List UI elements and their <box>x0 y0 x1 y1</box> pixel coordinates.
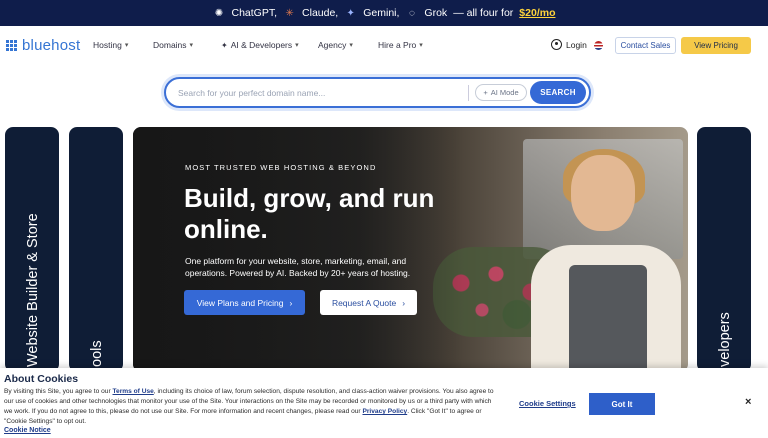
terms-of-use-link[interactable]: Terms of Use <box>113 388 154 395</box>
promo-item-gemini: Gemini, <box>363 7 400 19</box>
bluehost-logo[interactable]: bluehost <box>6 37 80 54</box>
hero-banner: MOST TRUSTED WEB HOSTING & BEYOND Build,… <box>133 127 688 372</box>
chevron-down-icon: ▾ <box>349 42 353 49</box>
nav-ai-developers-label: AI & Developers <box>230 40 293 50</box>
domain-search-bar: + AI Mode SEARCH <box>164 77 591 108</box>
main-nav: bluehost Hosting ▾ Domains ▾ ✦ AI & Develop… <box>0 26 768 64</box>
card-label-developers: velopers <box>717 312 733 367</box>
domain-search-input[interactable] <box>178 86 458 100</box>
hero-subtext: One platform for your website, store, ma… <box>185 256 411 278</box>
search-divider <box>468 85 469 101</box>
nav-agency-label: Agency <box>318 40 347 50</box>
us-flag-icon[interactable] <box>594 41 603 50</box>
chevron-down-icon: ▾ <box>124 42 129 49</box>
nav-hosting-label: Hosting <box>93 40 122 50</box>
nav-agency[interactable]: Agency ▾ <box>318 40 353 50</box>
promo-item-grok: Grok <box>424 7 448 19</box>
request-quote-label: Request A Quote <box>331 297 397 308</box>
login-label: Login <box>566 39 587 50</box>
card-label-tools: ools <box>89 340 105 367</box>
cookie-text-part1: By visiting this Site, you agree to our <box>4 388 113 395</box>
nav-hosting[interactable]: Hosting ▾ <box>93 40 128 50</box>
view-plans-label: View Plans and Pricing <box>196 297 284 308</box>
logo-text: bluehost <box>22 37 81 54</box>
promo-item-chatgpt: ChatGPT, <box>231 7 278 19</box>
cookie-banner: About Cookies By visiting this Site, you… <box>0 368 768 438</box>
privacy-policy-link[interactable]: Privacy Policy <box>362 408 407 415</box>
cookie-title: About Cookies <box>4 373 79 385</box>
chevron-down-icon: ▾ <box>189 42 194 49</box>
close-icon[interactable]: × <box>745 396 751 408</box>
nav-hire-a-pro-label: Hire a Pro <box>378 40 417 50</box>
chatgpt-icon: ✺ <box>214 7 224 19</box>
login-link[interactable]: Login <box>551 39 587 50</box>
card-label-website-builder: Website Builder & Store <box>25 213 41 367</box>
chevron-down-icon: ▾ <box>419 42 423 49</box>
search-button[interactable]: SEARCH <box>530 81 586 104</box>
hero-headline: Build, grow, and run online. <box>184 183 435 244</box>
carousel-card-website-builder[interactable]: Website Builder & Store <box>5 127 59 372</box>
plus-icon: + <box>483 88 488 97</box>
cookie-text: By visiting this Site, you agree to our … <box>4 387 494 427</box>
nav-hire-a-pro[interactable]: Hire a Pro ▾ <box>378 40 423 50</box>
promo-item-claude: Claude, <box>302 7 339 19</box>
nav-domains[interactable]: Domains ▾ <box>153 40 193 50</box>
hero-person-image <box>531 149 681 372</box>
user-icon <box>551 39 562 50</box>
chevron-down-icon: ▾ <box>295 42 299 49</box>
cookie-notice-link[interactable]: Cookie Notice <box>4 427 51 434</box>
chevron-right-icon: › <box>289 297 293 308</box>
ai-mode-label: AI Mode <box>490 88 519 97</box>
request-quote-button[interactable]: Request A Quote › <box>320 290 417 315</box>
nav-domains-label: Domains <box>153 40 187 50</box>
chevron-right-icon: › <box>402 297 406 308</box>
carousel-card-developers[interactable]: velopers <box>697 127 751 372</box>
cookie-settings-link[interactable]: Cookie Settings <box>519 399 576 408</box>
logo-grid-icon <box>6 39 18 52</box>
promo-bar[interactable]: ✺ ChatGPT, ✳ Claude, ✦ Gemini, ◌ Grok — … <box>0 0 768 26</box>
sparkle-icon: ✦ <box>221 40 228 50</box>
ai-mode-toggle[interactable]: + AI Mode <box>475 84 527 101</box>
gemini-icon: ✦ <box>346 7 355 19</box>
contact-sales-button[interactable]: Contact Sales <box>615 37 676 54</box>
grok-icon: ◌ <box>408 7 415 19</box>
promo-tail: — all four for <box>453 7 514 19</box>
hero-eyebrow: MOST TRUSTED WEB HOSTING & BEYOND <box>185 163 377 172</box>
nav-ai-developers[interactable]: ✦ AI & Developers ▾ <box>221 40 299 50</box>
view-plans-button[interactable]: View Plans and Pricing › <box>184 290 305 315</box>
carousel-card-tools[interactable]: ools <box>69 127 123 372</box>
got-it-button[interactable]: Got It <box>589 393 655 415</box>
claude-icon: ✳ <box>285 7 294 19</box>
promo-price-link[interactable]: $20/mo <box>519 7 555 19</box>
view-pricing-button[interactable]: View Pricing <box>681 37 751 54</box>
